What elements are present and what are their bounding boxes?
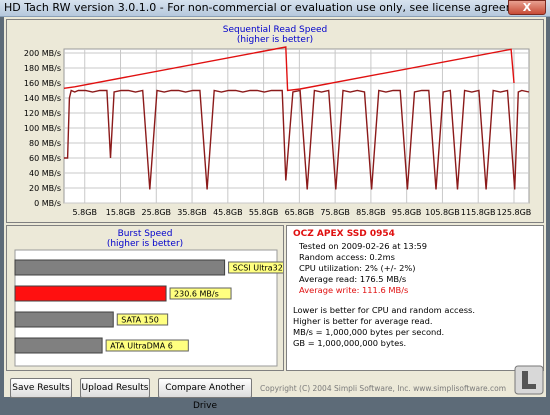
info-panel: OCZ APEX SSD 0954 Tested on 2009-02-26 a…: [286, 225, 544, 371]
x-tick-label: 15.8GB: [106, 208, 136, 217]
burst-speed-chart: Burst Speed (higher is better) SCSI Ultr…: [14, 229, 283, 367]
y-tick-label: 180 MB/s: [24, 64, 61, 73]
x-tick-label: 105.8GB: [425, 208, 460, 217]
random-access: Random access: 0.2ms: [299, 252, 395, 262]
y-tick-label: 40 MB/s: [29, 169, 61, 178]
x-tick-label: 25.8GB: [142, 208, 172, 217]
burst-bar: [14, 337, 103, 354]
x-tick-label: 5.8GB: [73, 208, 97, 217]
copyright-text: Copyright (C) 2004 Simpli Software, Inc.…: [260, 384, 507, 393]
burst-bar: [14, 259, 226, 276]
x-tick-label: 55.8GB: [249, 208, 279, 217]
y-tick-label: 140 MB/s: [24, 94, 61, 103]
burst-label: SCSI Ultra320: [233, 264, 283, 273]
close-button[interactable]: X: [508, 0, 546, 15]
sequential-read-chart: Sequential Read Speed (higher is better)…: [24, 25, 532, 217]
burst-subtitle: (higher is better): [107, 239, 183, 249]
burst-speed-panel: Burst Speed (higher is better) SCSI Ultr…: [6, 225, 284, 371]
note-line: Higher is better for average read.: [293, 316, 433, 326]
tested-on: Tested on 2009-02-26 at 13:59: [299, 241, 428, 251]
title-bar: HD Tach RW version 3.0.1.0 - For non-com…: [0, 0, 550, 17]
y-tick-label: 60 MB/s: [29, 154, 61, 163]
burst-bar: [14, 311, 114, 328]
note-line: GB = 1,000,000,000 bytes.: [293, 338, 407, 348]
sequential-read-panel: Sequential Read Speed (higher is better)…: [6, 19, 544, 223]
x-tick-label: 45.8GB: [213, 208, 243, 217]
x-tick-label: 125.8GB: [497, 208, 532, 217]
x-tick-label: 115.8GB: [461, 208, 496, 217]
y-tick-label: 80 MB/s: [29, 139, 61, 148]
save-results-button[interactable]: Save Results: [10, 378, 72, 398]
average-write: Average write: 111.6 MB/s: [299, 285, 409, 295]
burst-title: Burst Speed: [118, 229, 173, 239]
cpu-utilization: CPU utilization: 2% (+/- 2%): [299, 263, 416, 273]
window-client: Sequential Read Speed (higher is better)…: [4, 17, 546, 411]
burst-label: SATA 150: [121, 316, 159, 325]
drive-name: OCZ APEX SSD 0954: [293, 229, 395, 239]
y-tick-label: 0 MB/s: [34, 199, 61, 208]
y-tick-label: 200 MB/s: [24, 49, 61, 58]
window-title: HD Tach RW version 3.0.1.0 - For non-com…: [4, 1, 538, 14]
y-tick-label: 20 MB/s: [29, 184, 61, 193]
x-tick-label: 35.8GB: [177, 208, 207, 217]
average-read: Average read: 176.5 MB/s: [299, 274, 407, 284]
legit-reviews-logo: [514, 365, 544, 395]
chart-title: Sequential Read Speed: [223, 25, 328, 35]
x-tick-label: 95.8GB: [392, 208, 422, 217]
burst-bar: [14, 285, 167, 302]
note-line: MB/s = 1,000,000 bytes per second.: [293, 327, 445, 337]
plot-area: [63, 48, 530, 204]
close-icon: X: [522, 1, 532, 14]
burst-label: 230.6 MB/s: [174, 290, 219, 299]
burst-label: ATA UltraDMA 6: [110, 342, 173, 351]
x-tick-label: 65.8GB: [285, 208, 315, 217]
compare-drive-button[interactable]: Compare Another Drive: [158, 378, 252, 411]
y-tick-label: 100 MB/s: [24, 124, 61, 133]
upload-results-button[interactable]: Upload Results: [80, 378, 150, 398]
y-tick-label: 160 MB/s: [24, 79, 61, 88]
chart-subtitle: (higher is better): [237, 35, 313, 45]
x-tick-label: 75.8GB: [320, 208, 350, 217]
x-tick-label: 85.8GB: [356, 208, 386, 217]
note-line: Lower is better for CPU and random acces…: [293, 305, 475, 315]
y-tick-label: 120 MB/s: [24, 109, 61, 118]
